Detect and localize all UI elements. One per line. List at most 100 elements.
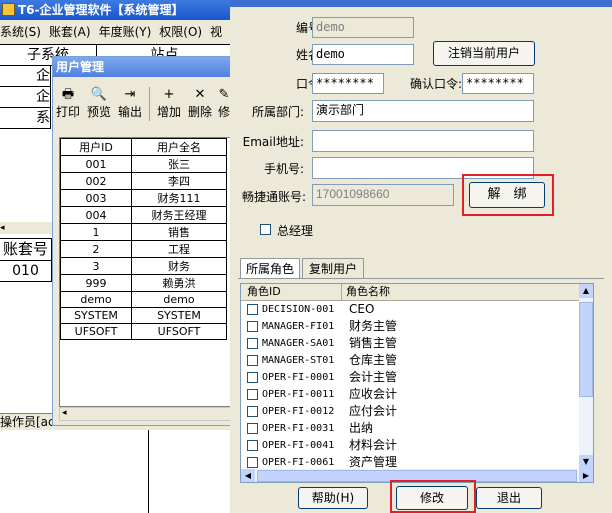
table-row[interactable]: UFSOFT UFSOFT xyxy=(60,323,227,340)
roles-header: 角色ID 角色名称 xyxy=(241,284,579,301)
role-name: 销售主管 xyxy=(349,336,398,350)
edit-icon: ✎ xyxy=(218,87,230,102)
user-fullname-cell: 财务 xyxy=(131,257,227,275)
role-name: 仓库主管 xyxy=(349,353,398,367)
user-grid: 用户ID 用户全名 001 张三 002 李四 003 财务111 004 财务王经理 1 销售 2… xyxy=(59,137,231,407)
tab-divider xyxy=(238,278,604,279)
subsystem-row[interactable]: 企 xyxy=(0,86,51,108)
add-icon: + xyxy=(163,87,175,102)
delete-icon: ✕ xyxy=(194,87,206,102)
export-button[interactable]: ⇥ 输出 xyxy=(116,87,144,123)
scroll-down-icon[interactable]: ▼ xyxy=(579,455,593,469)
roles-body: DECISION-001 CEO MANAGER-FI01 财务主管 MANAGER-S… xyxy=(241,301,579,469)
roles-scroll-thumb[interactable] xyxy=(579,302,593,397)
role-row[interactable]: OPER-FI-0011 应收会计 xyxy=(241,386,579,403)
table-row[interactable]: 1 销售 xyxy=(60,223,227,241)
menu-account[interactable]: 账套(A) xyxy=(49,25,91,39)
department-field[interactable]: 演示部门 xyxy=(312,100,534,122)
role-row[interactable]: OPER-FI-0061 资产管理 xyxy=(241,454,579,469)
role-row[interactable]: MANAGER-SA01 销售主管 xyxy=(241,335,579,352)
scroll-left-icon[interactable]: ◀ xyxy=(241,469,255,482)
help-button[interactable]: 帮助(H) xyxy=(298,487,368,509)
role-checkbox[interactable] xyxy=(247,457,258,468)
role-checkbox[interactable] xyxy=(247,321,258,332)
role-checkbox[interactable] xyxy=(247,338,258,349)
account-number-field[interactable]: 17001098660 xyxy=(312,184,454,206)
role-row[interactable]: DECISION-001 CEO xyxy=(241,301,579,318)
user-table-header: 用户ID 用户全名 xyxy=(60,138,227,156)
role-checkbox[interactable] xyxy=(247,423,258,434)
role-checkbox[interactable] xyxy=(247,440,258,451)
general-manager-checkbox[interactable] xyxy=(260,224,271,235)
logout-current-user-button[interactable]: 注销当前用户 xyxy=(433,41,535,66)
tab-roles[interactable]: 所属角色 xyxy=(240,258,300,279)
column-role-id[interactable]: 角色ID xyxy=(247,284,281,300)
subsystem-row[interactable]: 企 xyxy=(0,65,51,87)
table-row[interactable]: 002 李四 xyxy=(60,172,227,190)
table-row[interactable]: demo demo xyxy=(60,291,227,308)
unbind-button[interactable]: 解 绑 xyxy=(469,182,545,208)
role-id: OPER-FI-0011 xyxy=(262,389,335,400)
role-checkbox[interactable] xyxy=(247,304,258,315)
scroll-right-icon[interactable]: ▶ xyxy=(579,469,593,482)
user-fullname-cell: 财务王经理 xyxy=(131,206,227,224)
menu-permission[interactable]: 权限(O) xyxy=(159,25,202,39)
scroll-left-icon[interactable]: ◂ xyxy=(62,408,67,418)
menu-system[interactable]: 系统(S) xyxy=(0,25,41,39)
role-checkbox[interactable] xyxy=(247,406,258,417)
user-fullname-cell: 张三 xyxy=(131,155,227,173)
print-button[interactable]: 🖶 打印 xyxy=(54,87,82,123)
subsystem-row[interactable]: 系 xyxy=(0,107,51,129)
table-row[interactable]: 004 财务王经理 xyxy=(60,206,227,224)
main-scroll-left-arrow[interactable]: ◂ xyxy=(0,222,52,234)
table-row[interactable]: 999 赖勇洪 xyxy=(60,274,227,292)
menu-view[interactable]: 视 xyxy=(210,25,222,39)
name-field[interactable]: demo xyxy=(312,44,414,65)
role-row[interactable]: MANAGER-FI01 财务主管 xyxy=(241,318,579,335)
exit-button[interactable]: 退出 xyxy=(476,487,542,509)
column-user-fullname[interactable]: 用户全名 xyxy=(131,138,227,156)
preview-button[interactable]: 🔍 预览 xyxy=(85,87,113,123)
email-field[interactable] xyxy=(312,130,534,152)
confirm-password-field[interactable]: ******** xyxy=(462,73,534,94)
user-fullname-cell: 财务111 xyxy=(131,189,227,207)
table-row[interactable]: 3 财务 xyxy=(60,257,227,275)
role-name: 会计主管 xyxy=(349,370,398,384)
account-number-label: 畅捷通账号: xyxy=(241,190,306,204)
role-row[interactable]: OPER-FI-0012 应付会计 xyxy=(241,403,579,420)
role-row[interactable]: OPER-FI-0001 会计主管 xyxy=(241,369,579,386)
role-checkbox[interactable] xyxy=(247,372,258,383)
scroll-up-icon[interactable]: ▲ xyxy=(579,284,593,298)
roles-vscrollbar[interactable]: ▲ ▼ xyxy=(579,284,593,469)
user-id-cell: demo xyxy=(60,291,132,308)
password-field[interactable]: ******** xyxy=(312,73,384,94)
table-row[interactable]: SYSTEM SYSTEM xyxy=(60,307,227,324)
edit-user-button[interactable]: ✎ 修 xyxy=(217,87,231,123)
user-id-cell: 001 xyxy=(60,155,132,173)
role-name: 应收会计 xyxy=(349,387,398,401)
table-row[interactable]: 001 张三 xyxy=(60,155,227,173)
user-grid-hscrollbar[interactable]: ◂ xyxy=(59,407,231,421)
delete-user-button[interactable]: ✕ 删除 xyxy=(186,87,214,123)
main-blank-area xyxy=(0,134,52,232)
account-row[interactable]: 010 xyxy=(0,260,52,282)
role-name: 出纳 xyxy=(349,421,374,435)
role-checkbox[interactable] xyxy=(247,389,258,400)
modify-button[interactable]: 修改 xyxy=(396,486,468,510)
code-field[interactable]: demo xyxy=(312,17,414,38)
menu-bar: 系统(S) 账套(A) 年度账(Y) 权限(O) 视 xyxy=(0,24,232,41)
column-role-name[interactable]: 角色名称 xyxy=(346,284,390,300)
role-row[interactable]: MANAGER-ST01 仓库主管 xyxy=(241,352,579,369)
role-row[interactable]: OPER-FI-0031 出纳 xyxy=(241,420,579,437)
role-id: OPER-FI-0041 xyxy=(262,440,335,451)
column-user-id[interactable]: 用户ID xyxy=(60,138,132,156)
menu-year[interactable]: 年度账(Y) xyxy=(99,25,152,39)
role-row[interactable]: OPER-FI-0041 材料会计 xyxy=(241,437,579,454)
add-user-button[interactable]: + 增加 xyxy=(155,87,183,123)
table-row[interactable]: 2 工程 xyxy=(60,240,227,258)
table-row[interactable]: 003 财务111 xyxy=(60,189,227,207)
user-id-cell: 999 xyxy=(60,274,132,292)
tab-copy-user[interactable]: 复制用户 xyxy=(302,258,364,279)
role-checkbox[interactable] xyxy=(247,355,258,366)
preview-icon: 🔍 xyxy=(90,87,108,102)
